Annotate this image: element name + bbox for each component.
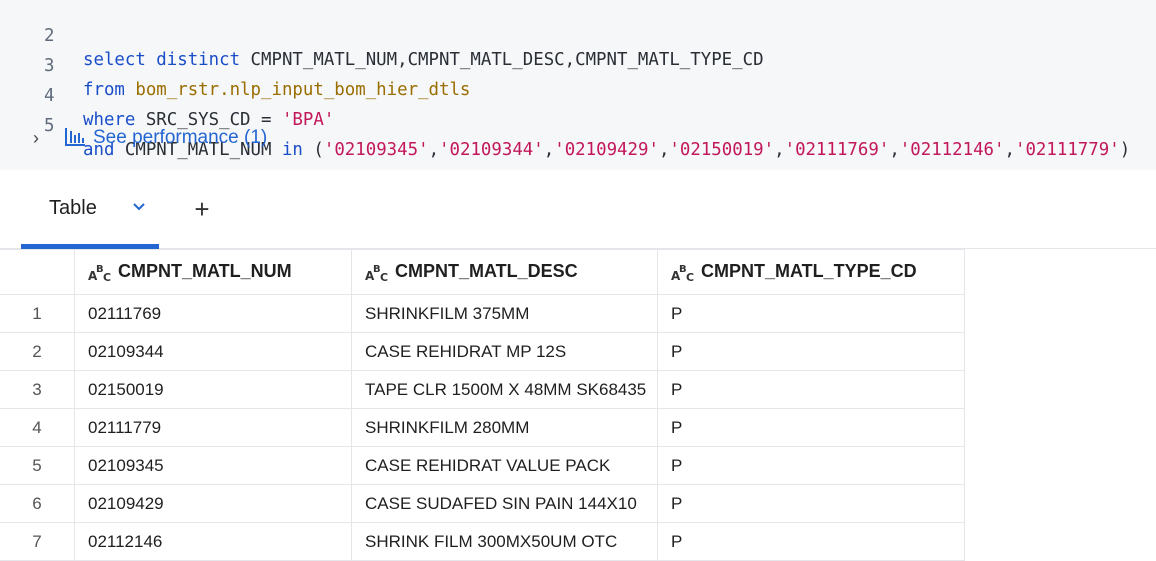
table-row[interactable]: 4 02111779 SHRINKFILM 280MM P bbox=[0, 408, 965, 447]
tab-table[interactable]: Table bbox=[21, 170, 159, 249]
add-tab-button[interactable]: + bbox=[190, 194, 214, 224]
code-text: select distinct CMPNT_MATL_NUM,CMPNT_MAT… bbox=[83, 48, 764, 72]
table-row[interactable]: 6 02109429 CASE SUDAFED SIN PAIN 144X10 … bbox=[0, 484, 965, 523]
column-header-label: CMPNT_MATL_NUM bbox=[118, 261, 292, 282]
line-number: 2 bbox=[44, 26, 55, 46]
table-header-row: A B C CMPNT_MATL_NUM A B C CMPNT_MATL_DE… bbox=[0, 249, 965, 295]
svg-text:C: C bbox=[686, 271, 694, 283]
table-cell[interactable]: 02109344 bbox=[74, 332, 352, 371]
table-cell[interactable]: 02112146 bbox=[74, 522, 352, 561]
sql-editor[interactable]: 2 select distinct CMPNT_MATL_NUM,CMPNT_M… bbox=[0, 0, 1156, 170]
code-token: '02150019' bbox=[669, 140, 775, 160]
code-line: 2 select distinct CMPNT_MATL_NUM,CMPNT_M… bbox=[0, 0, 764, 70]
table-cell[interactable]: 02109429 bbox=[74, 484, 352, 523]
string-type-icon: A B C bbox=[365, 264, 388, 283]
row-number: 6 bbox=[0, 484, 75, 523]
row-number: 5 bbox=[0, 446, 75, 485]
code-token: select distinct bbox=[83, 50, 251, 70]
code-token: 'BPA' bbox=[281, 110, 335, 130]
chevron-down-icon[interactable] bbox=[132, 200, 146, 214]
code-token: from bbox=[83, 80, 136, 100]
table-cell[interactable]: SHRINKFILM 280MM bbox=[351, 408, 658, 447]
table-cell[interactable]: 02111769 bbox=[74, 294, 352, 333]
results-tab-bar: Table + bbox=[0, 170, 1156, 249]
table-row[interactable]: 2 02109344 CASE REHIDRAT MP 12S P bbox=[0, 332, 965, 371]
code-token: , bbox=[543, 140, 555, 160]
chevron-right-icon[interactable]: › bbox=[33, 124, 39, 152]
table-cell[interactable]: P bbox=[657, 294, 965, 333]
code-token: ( bbox=[313, 140, 324, 160]
code-token: , bbox=[889, 140, 900, 160]
column-header-label: CMPNT_MATL_DESC bbox=[395, 261, 578, 282]
row-number: 4 bbox=[0, 408, 75, 447]
code-token: in bbox=[281, 140, 314, 160]
table-row[interactable]: 1 02111769 SHRINKFILM 375MM P bbox=[0, 294, 965, 333]
svg-text:C: C bbox=[103, 271, 111, 283]
row-number: 7 bbox=[0, 522, 75, 561]
table-cell[interactable]: CASE REHIDRAT VALUE PACK bbox=[351, 446, 658, 485]
line-number: 4 bbox=[44, 86, 55, 106]
code-line: 5 and CMPNT_MATL_NUM in ('02109345','021… bbox=[0, 90, 1130, 160]
table-cell[interactable]: P bbox=[657, 446, 965, 485]
string-type-icon: A B C bbox=[88, 264, 111, 283]
code-token: '02109429' bbox=[554, 140, 659, 160]
code-token: , bbox=[1004, 140, 1015, 160]
line-number: 3 bbox=[44, 56, 55, 76]
table-cell[interactable]: CASE SUDAFED SIN PAIN 144X10 bbox=[351, 484, 658, 523]
table-cell[interactable]: 02150019 bbox=[74, 370, 352, 409]
table-cell[interactable]: SHRINKFILM 375MM bbox=[351, 294, 658, 333]
code-token: ) bbox=[1119, 140, 1131, 160]
table-cell[interactable]: P bbox=[657, 370, 965, 409]
table-cell[interactable]: 02109345 bbox=[74, 446, 352, 485]
column-header-label: CMPNT_MATL_TYPE_CD bbox=[701, 261, 917, 282]
row-number-header bbox=[0, 249, 75, 295]
row-number: 2 bbox=[0, 332, 75, 371]
line-number: 5 bbox=[44, 116, 55, 136]
table-cell[interactable]: P bbox=[657, 522, 965, 561]
code-token: '02112146' bbox=[899, 140, 1005, 160]
table-cell[interactable]: P bbox=[657, 484, 965, 523]
table-cell[interactable]: TAPE CLR 1500M X 48MM SK68435 bbox=[351, 370, 658, 409]
code-token: bom_rstr.nlp_input_bom_hier_dtls bbox=[135, 80, 471, 100]
table-row[interactable]: 3 02150019 TAPE CLR 1500M X 48MM SK68435… bbox=[0, 370, 965, 409]
table-cell[interactable]: SHRINK FILM 300MX50UM OTC bbox=[351, 522, 658, 561]
code-token: , bbox=[658, 140, 670, 160]
code-token: '02111779' bbox=[1014, 140, 1120, 160]
table-cell[interactable]: P bbox=[657, 332, 965, 371]
bar-chart-icon bbox=[65, 128, 85, 146]
column-header[interactable]: A B C CMPNT_MATL_NUM bbox=[74, 249, 352, 295]
row-number: 3 bbox=[0, 370, 75, 409]
code-token: '02111769' bbox=[784, 140, 890, 160]
table-row[interactable]: 7 02112146 SHRINK FILM 300MX50UM OTC P bbox=[0, 522, 965, 561]
code-text: from bom_rstr.nlp_input_bom_hier_dtls bbox=[83, 78, 470, 102]
code-line: 3 from bom_rstr.nlp_input_bom_hier_dtls bbox=[0, 30, 470, 100]
column-header[interactable]: A B C CMPNT_MATL_DESC bbox=[351, 249, 658, 295]
code-token: , bbox=[774, 140, 785, 160]
code-token: , bbox=[428, 140, 440, 160]
svg-text:C: C bbox=[380, 271, 388, 283]
row-number: 1 bbox=[0, 294, 75, 333]
string-type-icon: A B C bbox=[671, 264, 694, 283]
see-performance-label[interactable]: See performance (1) bbox=[93, 124, 267, 152]
table-cell[interactable]: 02111779 bbox=[74, 408, 352, 447]
code-line: 4 where SRC_SYS_CD = 'BPA' bbox=[0, 60, 334, 130]
tab-table-label[interactable]: Table bbox=[49, 197, 97, 220]
table-cell[interactable]: P bbox=[657, 408, 965, 447]
table-cell[interactable]: CASE REHIDRAT MP 12S bbox=[351, 332, 658, 371]
code-token: '02109344' bbox=[439, 140, 544, 160]
column-header[interactable]: A B C CMPNT_MATL_TYPE_CD bbox=[657, 249, 965, 295]
code-token: CMPNT_MATL_NUM,CMPNT_MATL_DESC,CMPNT_MAT… bbox=[250, 50, 764, 70]
code-token: '02109345' bbox=[323, 140, 429, 160]
table-row[interactable]: 5 02109345 CASE REHIDRAT VALUE PACK P bbox=[0, 446, 965, 485]
results-table: A B C CMPNT_MATL_NUM A B C CMPNT_MATL_DE… bbox=[0, 249, 965, 561]
